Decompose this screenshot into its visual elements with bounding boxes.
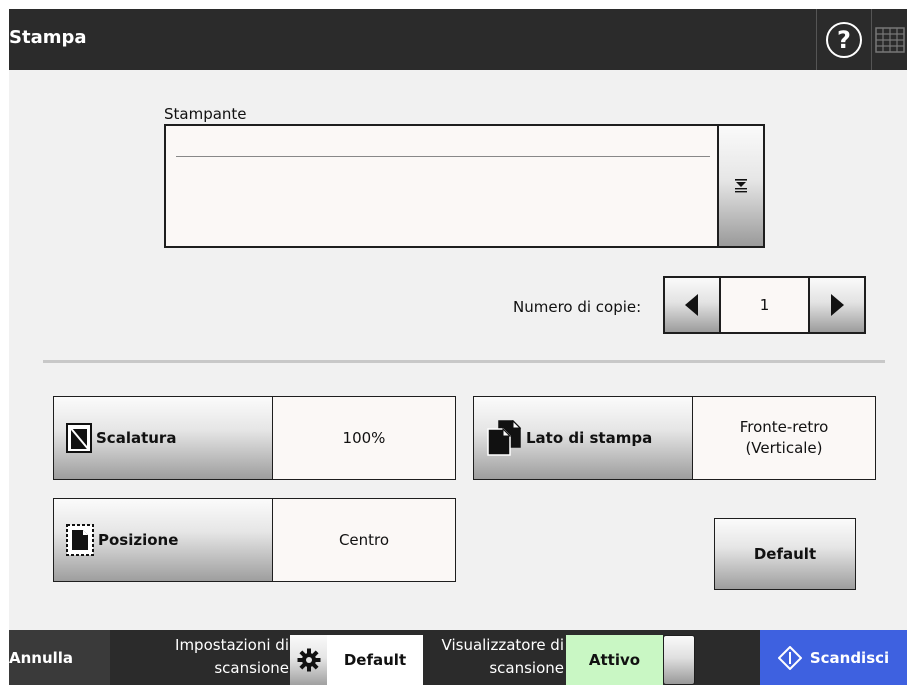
default-button[interactable]: Default: [714, 518, 856, 590]
print-side-value-line1: Fronte-retro: [739, 418, 829, 436]
cancel-button[interactable]: Annulla: [9, 630, 110, 685]
scaling-button[interactable]: Scalatura: [54, 397, 273, 479]
scan-viewer-label-line2: scansione: [489, 659, 564, 677]
copies-stepper[interactable]: 1: [663, 276, 866, 334]
copies-value: 1: [759, 296, 770, 314]
scan-settings-label-line2: scansione: [214, 659, 289, 677]
scaling-setting: Scalatura 100%: [53, 396, 456, 480]
scan-settings-label: Impostazioni di scansione: [159, 634, 289, 680]
scan-viewer-toggle-knob[interactable]: [663, 635, 695, 685]
position-value: Centro: [338, 530, 390, 549]
gear-icon: [297, 648, 320, 672]
content-area: Stampante Numero di copie: 1 Scalatura 1…: [9, 70, 907, 630]
position-button[interactable]: Posizione: [54, 499, 273, 581]
arrow-left-icon: [685, 294, 698, 316]
copies-decrement-button[interactable]: [665, 278, 721, 332]
scaling-value: 100%: [342, 428, 386, 447]
dropdown-arrow-icon: [735, 179, 747, 193]
print-side-label: Lato di stampa: [526, 429, 653, 447]
position-label: Posizione: [98, 531, 179, 549]
scan-diamond-icon: [777, 645, 802, 670]
cancel-label: Annulla: [9, 648, 74, 667]
copies-increment-button[interactable]: [808, 278, 864, 332]
print-side-button[interactable]: Lato di stampa: [474, 397, 693, 479]
title-bar: Stampa ?: [9, 9, 907, 70]
page-title: Stampa: [9, 27, 87, 48]
printer-value-underline: [176, 156, 710, 157]
scan-settings-button[interactable]: [290, 635, 327, 685]
print-side-setting: Lato di stampa Fronte-retro (Verticale): [473, 396, 876, 480]
section-divider: [43, 360, 885, 363]
help-icon: ?: [826, 21, 862, 58]
scan-button[interactable]: Scandisci: [760, 630, 907, 685]
print-side-value: Fronte-retro (Verticale): [693, 397, 875, 479]
keyboard-button[interactable]: [872, 9, 907, 70]
position-setting: Posizione Centro: [53, 498, 456, 582]
keyboard-icon: [874, 26, 905, 53]
scaling-label: Scalatura: [96, 429, 177, 447]
scaling-icon: [66, 423, 92, 453]
bottom-bar: Annulla Impostazioni di scansione Defaul…: [9, 630, 907, 685]
printer-dropdown-button[interactable]: [717, 126, 763, 246]
copies-label: Numero di copie:: [513, 298, 642, 316]
scan-settings-label-line1: Impostazioni di: [175, 636, 289, 654]
scan-viewer-label-line1: Visualizzatore di: [441, 636, 564, 654]
print-side-value-line2: (Verticale): [745, 439, 823, 457]
scan-settings-value[interactable]: Default: [327, 635, 423, 685]
scan-viewer-toggle-value[interactable]: Attivo: [566, 635, 663, 685]
position-icon: [66, 524, 94, 556]
scan-viewer-label: Visualizzatore di scansione: [429, 634, 564, 680]
printer-select[interactable]: [164, 124, 765, 248]
help-button[interactable]: ?: [816, 9, 872, 70]
duplex-pages-icon: [487, 420, 522, 456]
printer-label: Stampante: [164, 105, 247, 123]
scan-label: Scandisci: [809, 648, 890, 667]
arrow-right-icon: [831, 294, 844, 316]
